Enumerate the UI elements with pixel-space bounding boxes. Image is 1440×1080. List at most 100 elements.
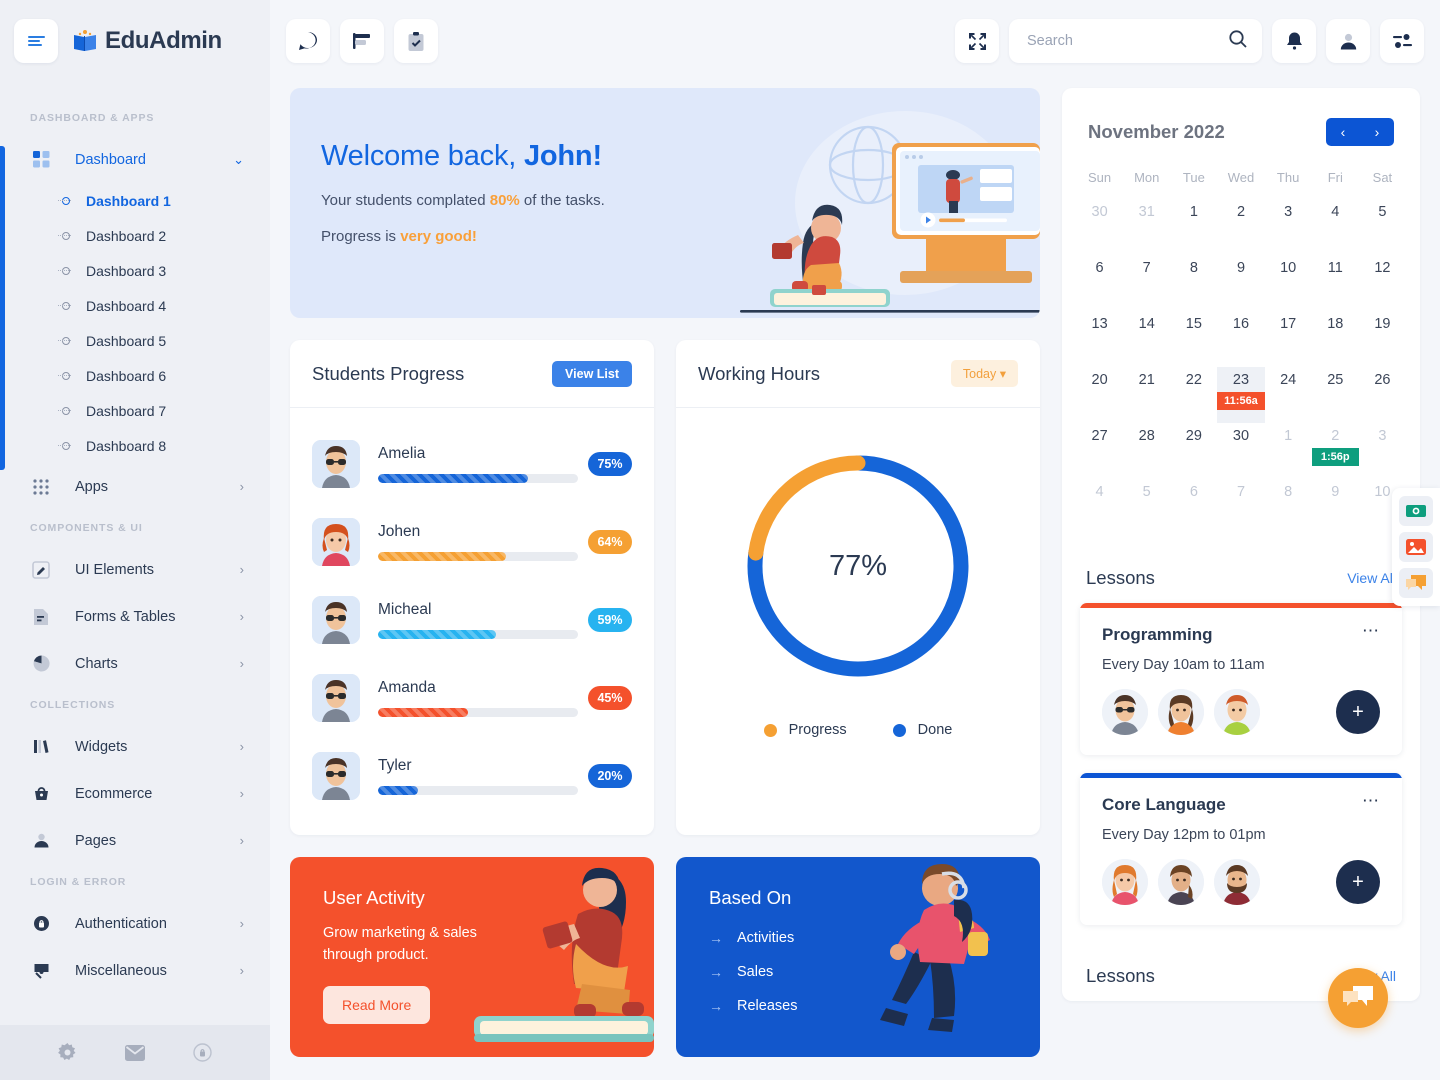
sidebar-subitem-dashboard-8[interactable]: Dashboard 8	[0, 428, 270, 463]
calendar-day-cell[interactable]: 17	[1265, 311, 1312, 367]
calendar-event-badge[interactable]: 11:56a	[1217, 392, 1265, 410]
calendar-day-cell[interactable]: 3	[1265, 199, 1312, 255]
calendar-day-cell[interactable]: 14	[1123, 311, 1170, 367]
calendar-day-cell[interactable]: 10	[1265, 255, 1312, 311]
calendar-day-cell[interactable]: 24	[1265, 367, 1312, 423]
calendar-day-cell[interactable]: 3	[1359, 423, 1406, 479]
profile-button[interactable]	[1326, 19, 1370, 63]
calendar-day-cell[interactable]: 11	[1312, 255, 1359, 311]
search-bar[interactable]	[1009, 19, 1262, 63]
calendar-day-cell[interactable]: 18	[1312, 311, 1359, 367]
calendar-day-cell[interactable]: 7	[1123, 255, 1170, 311]
progress-bar-track	[378, 786, 578, 795]
calendar-day-cell[interactable]: 2	[1217, 199, 1264, 255]
support-chat-fab[interactable]	[1328, 968, 1388, 1028]
sidebar-item-miscellaneous[interactable]: Miscellaneous ›	[0, 947, 270, 994]
calendar-day-number: 10	[1374, 484, 1391, 500]
view-list-button[interactable]: View List	[552, 360, 632, 387]
calendar-day-cell[interactable]: 19	[1359, 311, 1406, 367]
calendar-day-cell[interactable]: 5	[1359, 199, 1406, 255]
calendar-day-cell[interactable]: 4	[1076, 479, 1123, 535]
sidebar-subitem-dashboard-3[interactable]: Dashboard 3	[0, 253, 270, 288]
arrow-right-icon: →	[709, 964, 723, 980]
sidebar-item-ecommerce[interactable]: Ecommerce ›	[0, 770, 270, 817]
ellipsis-icon[interactable]: ⋯	[1362, 622, 1380, 639]
calendar-day-cell[interactable]: 20	[1076, 367, 1123, 423]
calendar-day-cell[interactable]: 9	[1217, 255, 1264, 311]
calendar-day-cell[interactable]: 28	[1123, 423, 1170, 479]
add-participant-button[interactable]: +	[1336, 860, 1380, 904]
period-dropdown[interactable]: Today ▾	[950, 360, 1018, 387]
gear-icon[interactable]	[58, 1043, 77, 1062]
calendar-day-cell[interactable]: 1	[1265, 423, 1312, 479]
fullscreen-button[interactable]	[955, 19, 999, 63]
calendar-day-cell[interactable]: 31	[1123, 199, 1170, 255]
sidebar-item-pages[interactable]: Pages ›	[0, 817, 270, 864]
sidebar-item-forms-tables[interactable]: Forms & Tables ›	[0, 593, 270, 640]
calendar-button[interactable]	[340, 19, 384, 63]
calendar-day-cell[interactable]: 29	[1170, 423, 1217, 479]
calendar-day-cell[interactable]: 21	[1123, 367, 1170, 423]
calendar-day-cell[interactable]: 12	[1359, 255, 1406, 311]
sidebar-item-authentication[interactable]: Authentication ›	[0, 900, 270, 947]
sidebar-item-apps[interactable]: Apps ›	[0, 463, 270, 510]
envelope-icon[interactable]	[125, 1044, 145, 1061]
tasks-button[interactable]	[394, 19, 438, 63]
calendar-day-cell[interactable]: 13	[1076, 311, 1123, 367]
calendar-day-cell[interactable]: 23 11:56a	[1217, 367, 1265, 423]
brand-logo-link[interactable]: EduAdmin	[72, 27, 222, 55]
calendar-day-cell[interactable]: 6	[1170, 479, 1217, 535]
search-icon[interactable]	[1228, 29, 1248, 54]
calendar-next-button[interactable]: ›	[1360, 118, 1394, 146]
calendar-day-cell[interactable]: 6	[1076, 255, 1123, 311]
calendar-day-cell[interactable]: 2 1:56p	[1311, 423, 1359, 479]
notifications-button[interactable]	[1272, 19, 1316, 63]
menu-toggle-button[interactable]	[14, 19, 58, 63]
calendar-day-cell[interactable]: 26	[1359, 367, 1406, 423]
camera-icon[interactable]	[1399, 496, 1433, 526]
legend-color-dot	[892, 723, 906, 737]
calendar-day-cell[interactable]: 5	[1123, 479, 1170, 535]
lock-icon[interactable]	[193, 1043, 212, 1062]
calendar-day-cell[interactable]: 8	[1265, 479, 1312, 535]
sidebar-item-ui-elements[interactable]: UI Elements ›	[0, 546, 270, 593]
calendar-day-cell[interactable]: 4	[1312, 199, 1359, 255]
calendar-prev-button[interactable]: ‹	[1326, 118, 1360, 146]
add-participant-button[interactable]: +	[1336, 690, 1380, 734]
status-badge: 75%	[588, 452, 632, 476]
sidebar-header: EduAdmin	[0, 0, 270, 82]
read-more-button[interactable]: Read More	[323, 985, 431, 1024]
nav-section-label: LOGIN & ERROR	[30, 876, 127, 888]
calendar-day-cell[interactable]: 1	[1170, 199, 1217, 255]
sidebar-subitem-dashboard-6[interactable]: Dashboard 6	[0, 358, 270, 393]
calendar-day-cell[interactable]: 27	[1076, 423, 1123, 479]
calendar-day-cell[interactable]: 9	[1312, 479, 1359, 535]
lesson-participants: +	[1102, 689, 1380, 735]
calendar-day-cell[interactable]: 15	[1170, 311, 1217, 367]
settings-button[interactable]	[1380, 19, 1424, 63]
sidebar-subitem-dashboard-1[interactable]: Dashboard 1	[0, 183, 270, 218]
sidebar-item-charts[interactable]: Charts ›	[0, 640, 270, 687]
calendar-day-cell[interactable]: 8	[1170, 255, 1217, 311]
chat-icon[interactable]	[1399, 568, 1433, 598]
sidebar-subitem-dashboard-2[interactable]: Dashboard 2	[0, 218, 270, 253]
calendar-day-cell[interactable]: 25	[1312, 367, 1359, 423]
calendar-day-cell[interactable]: 22	[1170, 367, 1217, 423]
lessons-view-all-link[interactable]: View All	[1347, 570, 1396, 586]
calendar-event-badge[interactable]: 1:56p	[1311, 448, 1359, 466]
sidebar-item-widgets[interactable]: Widgets ›	[0, 723, 270, 770]
sidebar-subitem-dashboard-4[interactable]: Dashboard 4	[0, 288, 270, 323]
calendar-day-cell[interactable]: 7	[1217, 479, 1264, 535]
search-input[interactable]	[1027, 33, 1228, 49]
ellipsis-icon[interactable]: ⋯	[1362, 792, 1380, 809]
chat-button[interactable]	[286, 19, 330, 63]
avatar	[312, 440, 360, 488]
sidebar-subitem-dashboard-7[interactable]: Dashboard 7	[0, 393, 270, 428]
sidebar-item-dashboard[interactable]: Dashboard ⌄	[0, 136, 270, 183]
calendar-day-cell[interactable]: 30	[1076, 199, 1123, 255]
sidebar-subitem-dashboard-5[interactable]: Dashboard 5	[0, 323, 270, 358]
calendar-day-cell[interactable]: 30	[1217, 423, 1264, 479]
image-icon[interactable]	[1399, 532, 1433, 562]
calendar-day-cell[interactable]: 16	[1217, 311, 1264, 367]
calendar-day-number: 7	[1236, 484, 1246, 500]
